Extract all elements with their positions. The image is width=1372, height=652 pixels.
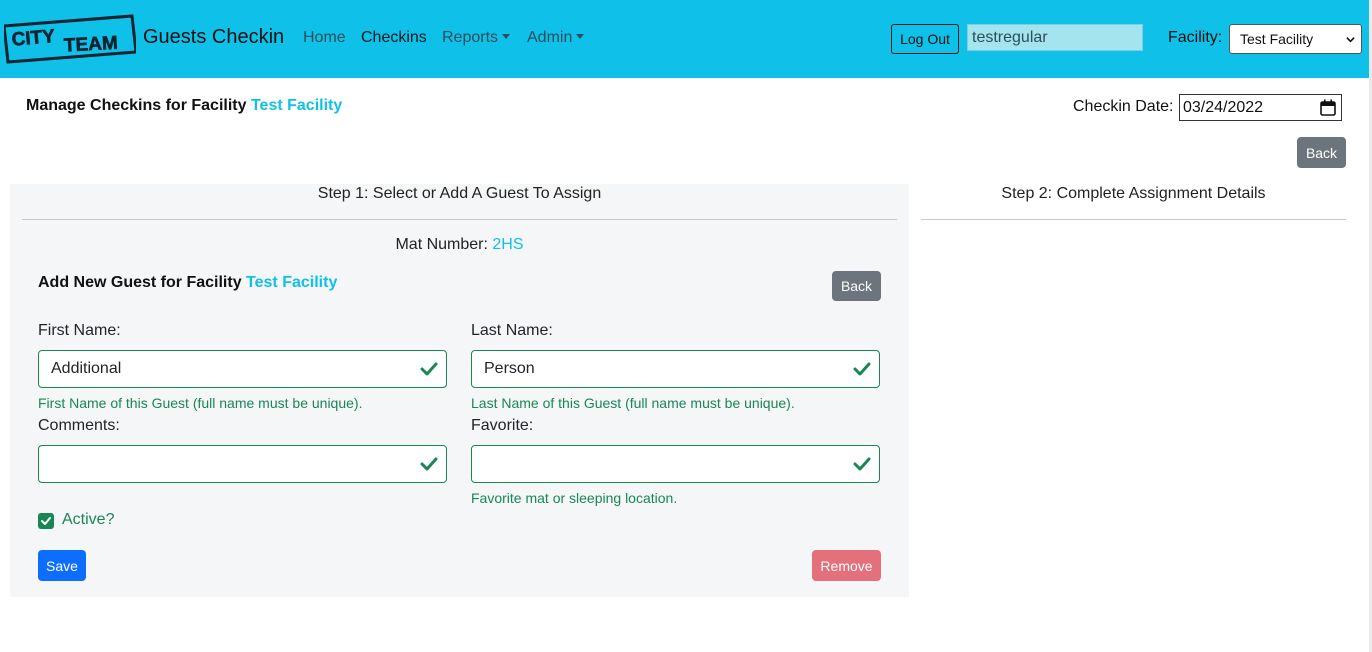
add-guest-title-facility: Test Facility xyxy=(246,274,338,291)
logout-button[interactable]: Log Out xyxy=(891,24,959,54)
checkin-date-input[interactable]: 03/24/2022 xyxy=(1179,94,1342,121)
check-icon xyxy=(853,457,871,471)
facility-select-value: Test Facility xyxy=(1240,31,1314,47)
nav-admin-dropdown[interactable]: Admin xyxy=(527,29,585,47)
first-name-label: First Name: xyxy=(38,322,121,339)
caret-down-icon xyxy=(502,34,511,39)
checkin-date-value: 03/24/2022 xyxy=(1183,99,1264,116)
save-button[interactable]: Save xyxy=(38,550,86,581)
active-checkbox-label[interactable]: Active? xyxy=(62,511,114,529)
page-title-facility: Test Facility xyxy=(250,97,343,114)
nav-home[interactable]: Home xyxy=(303,29,346,47)
add-guest-title: Add New Guest for Facility Test Facility xyxy=(38,274,337,292)
favorite-label: Favorite: xyxy=(471,417,534,434)
caret-down-icon xyxy=(576,34,585,39)
mat-number: Mat Number: 2HS xyxy=(10,236,909,254)
page-title-text: Manage Checkins for Facility xyxy=(26,97,247,114)
comments-field[interactable] xyxy=(38,445,447,483)
nav-reports-label: Reports xyxy=(442,29,499,46)
favorite-field[interactable] xyxy=(471,445,880,483)
facility-select[interactable]: Test Facility xyxy=(1229,24,1362,54)
app-title[interactable]: Guests Checkin xyxy=(143,26,284,49)
checkin-date-label: Checkin Date: xyxy=(1073,98,1174,115)
comments-label: Comments: xyxy=(38,417,120,434)
nav-checkins[interactable]: Checkins xyxy=(361,29,427,47)
last-name-help: Last Name of this Guest (full name must … xyxy=(471,395,795,411)
last-name-value: Person xyxy=(484,360,535,377)
page-title: Manage Checkins for Facility Test Facili… xyxy=(26,97,342,115)
svg-text:TEAM: TEAM xyxy=(63,33,118,57)
check-icon xyxy=(420,457,438,471)
check-icon xyxy=(853,362,871,376)
first-name-help: First Name of this Guest (full name must… xyxy=(38,395,363,411)
svg-text:CITY: CITY xyxy=(11,26,56,51)
nav-admin-label: Admin xyxy=(527,29,573,46)
check-icon xyxy=(420,362,438,376)
form-back-button[interactable]: Back xyxy=(832,271,881,301)
add-guest-title-text: Add New Guest for Facility xyxy=(38,274,242,291)
nav-reports-dropdown[interactable]: Reports xyxy=(442,29,511,47)
first-name-field[interactable]: Additional xyxy=(38,350,447,388)
active-checkbox[interactable] xyxy=(38,513,54,529)
divider xyxy=(22,219,897,220)
mat-number-label: Mat Number: xyxy=(395,236,488,253)
first-name-value: Additional xyxy=(51,360,122,377)
checkmark-icon xyxy=(41,517,51,525)
username-field[interactable]: testregular xyxy=(967,24,1143,51)
step1-title: Step 1: Select or Add A Guest To Assign xyxy=(317,185,602,202)
step1-panel: Step 1: Select or Add A Guest To Assign … xyxy=(10,184,909,597)
step2-title: Step 2: Complete Assignment Details xyxy=(1001,185,1266,202)
divider xyxy=(921,219,1346,220)
chevron-down-icon xyxy=(1346,37,1355,43)
favorite-help: Favorite mat or sleeping location. xyxy=(471,490,678,506)
navbar: CITY TEAM Guests Checkin Home Checkins R… xyxy=(0,0,1372,78)
mat-number-value: 2HS xyxy=(492,236,524,253)
calendar-icon[interactable] xyxy=(1320,99,1336,116)
cityteam-logo[interactable]: CITY TEAM xyxy=(4,12,136,66)
back-button[interactable]: Back xyxy=(1297,137,1346,168)
last-name-label: Last Name: xyxy=(471,322,553,339)
facility-label: Facility: xyxy=(1168,29,1223,46)
last-name-field[interactable]: Person xyxy=(471,350,880,388)
remove-button[interactable]: Remove xyxy=(812,550,881,581)
